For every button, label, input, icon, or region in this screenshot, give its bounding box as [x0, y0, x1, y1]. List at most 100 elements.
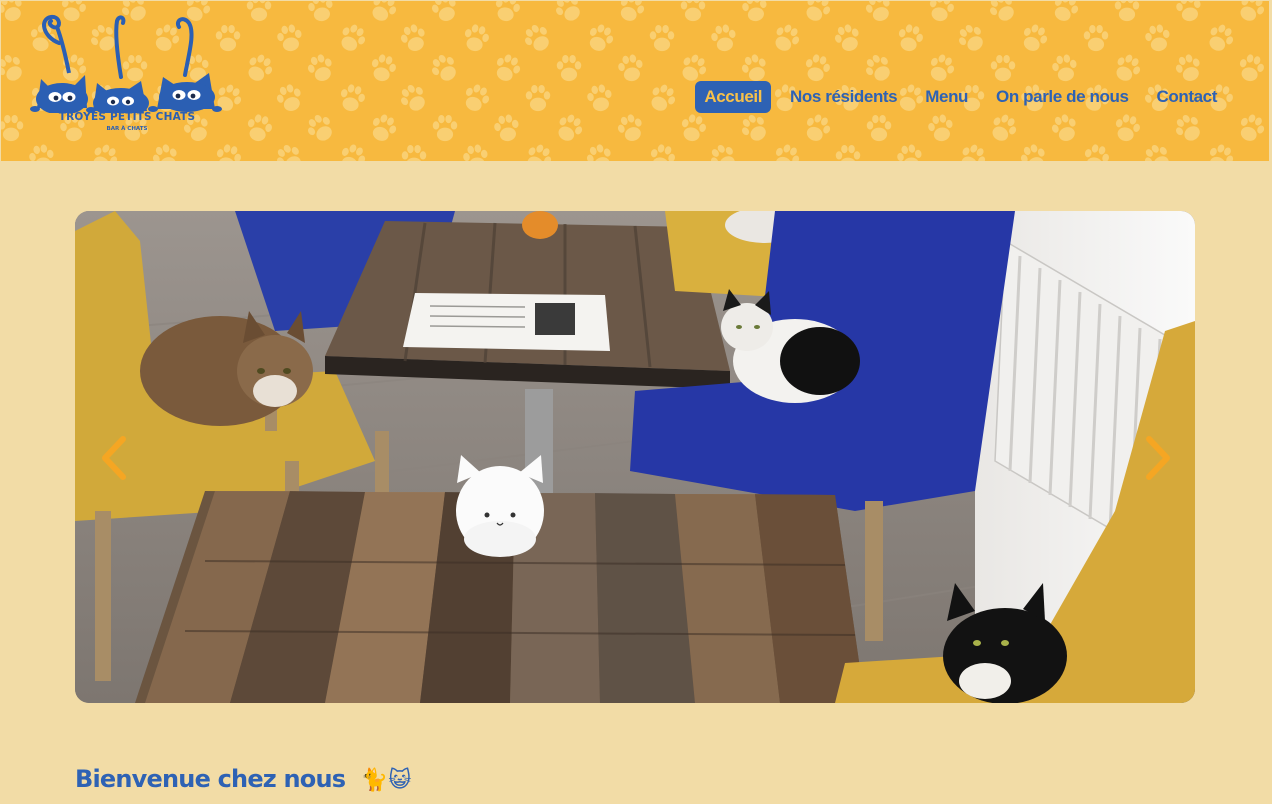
welcome-heading-text: Bienvenue chez nous [75, 765, 346, 793]
paw-print-icon [465, 84, 490, 111]
nav-item-contact[interactable]: Contact [1148, 81, 1226, 113]
paw-print-icon [525, 24, 549, 51]
paw-print-icon [216, 144, 241, 161]
paw-print-icon [372, 1, 397, 21]
welcome-section: Bienvenue chez nous 🐈😺 [75, 762, 411, 796]
carousel-next-button[interactable] [1135, 433, 1175, 483]
paw-print-icon [741, 54, 766, 81]
paw-print-icon [742, 114, 766, 141]
paw-print-icon [1264, 80, 1269, 115]
site-logo[interactable]: TROYES PETITS CHATS BAR À CHATS [29, 13, 225, 141]
welcome-heading: Bienvenue chez nous 🐈😺 [75, 765, 411, 793]
paw-print-icon [464, 24, 489, 52]
paw-print-icon [307, 54, 332, 81]
paw-print-icon [834, 24, 859, 51]
paw-print-icon [681, 114, 706, 142]
paw-print-icon [961, 144, 986, 161]
paw-print-icon [865, 1, 890, 21]
paw-print-icon [401, 144, 427, 161]
paw-print-icon [742, 1, 767, 22]
paw-print-icon [959, 24, 983, 51]
carousel-prev-button[interactable] [97, 433, 137, 483]
paw-print-icon [558, 114, 583, 141]
paw-print-icon [806, 114, 831, 141]
hero-carousel [75, 211, 1195, 703]
paw-print-icon [400, 24, 425, 51]
paw-print-icon [1145, 24, 1170, 52]
paw-print-icon [711, 144, 735, 161]
paw-print-icon [1051, 114, 1076, 141]
cats-logo-icon [30, 14, 222, 118]
paw-print-icon [649, 24, 675, 52]
paw-print-icon [247, 114, 272, 142]
paw-print-icon [1, 1, 22, 21]
paw-print-icon [495, 1, 520, 22]
paw-print-icon [990, 1, 1014, 21]
paw-print-icon [835, 144, 861, 161]
paw-print-icon [1115, 114, 1140, 142]
site-header: TROYES PETITS CHATS BAR À CHATS Accueil … [1, 1, 1269, 161]
paw-print-icon [1, 54, 22, 81]
paw-print-icon [371, 54, 396, 82]
paw-print-icon [587, 84, 612, 112]
paw-print-icon [589, 24, 614, 51]
paw-print-icon [1084, 144, 1109, 161]
paw-print-icon [525, 84, 551, 112]
paw-print-icon [556, 1, 580, 21]
paw-print-icon [463, 144, 488, 161]
paw-print-icon [1023, 24, 1048, 51]
paw-print-icon [1, 114, 24, 142]
paw-print-icon [618, 54, 643, 82]
paw-print-icon [496, 54, 521, 81]
paw-print-icon [1054, 1, 1079, 21]
paw-print-icon [340, 84, 365, 112]
paw-print-icon [1175, 54, 1200, 81]
cat-emoji-icon: 🐈😺 [360, 768, 412, 793]
paw-print-icon [29, 144, 54, 161]
paw-print-icon [494, 114, 519, 142]
paw-print-icon [929, 1, 954, 22]
paw-print-icon [990, 54, 1016, 82]
paw-print-icon [1083, 24, 1109, 52]
paw-print-icon [277, 24, 302, 52]
paw-print-icon [1268, 34, 1269, 43]
paw-print-icon [431, 1, 456, 21]
paw-print-icon [152, 144, 177, 161]
nav-item-menu[interactable]: Menu [916, 81, 977, 113]
paw-print-icon [1240, 1, 1265, 21]
paw-print-icon [586, 144, 611, 161]
paw-print-icon [308, 1, 333, 22]
paw-print-icon [651, 84, 676, 111]
paw-print-icon [866, 114, 892, 142]
paw-print-icon [805, 54, 830, 82]
chevron-right-icon [1146, 436, 1170, 480]
paw-print-icon [1239, 54, 1264, 82]
paw-print-icon [617, 114, 642, 141]
paw-print-icon [1020, 144, 1045, 161]
paw-print-icon [93, 144, 118, 161]
paw-print-icon [248, 54, 273, 81]
nav-item-nos-residents[interactable]: Nos résidents [781, 81, 906, 113]
nav-item-accueil[interactable]: Accueil [695, 81, 772, 113]
paw-print-icon [1114, 1, 1140, 22]
paw-print-icon [1145, 144, 1169, 161]
paw-print-icon [527, 144, 552, 161]
paw-print-icon [276, 84, 301, 111]
paw-print-icon [898, 24, 923, 52]
paw-print-icon [1052, 54, 1077, 82]
paw-print-icon [1240, 114, 1265, 141]
logo-title: TROYES PETITS CHATS [58, 111, 196, 123]
paw-print-icon [992, 114, 1017, 141]
main-nav: Accueil Nos résidents Menu On parle de n… [695, 81, 1226, 113]
paw-print-icon [308, 114, 332, 141]
paw-print-icon [620, 1, 645, 21]
logo-subtitle: BAR À CHATS [106, 126, 148, 132]
paw-print-icon [928, 114, 953, 142]
paw-print-icon [1176, 114, 1200, 141]
paw-print-icon [680, 1, 706, 22]
paw-print-icon [246, 1, 272, 22]
paw-print-icon [1209, 144, 1234, 161]
paw-print-icon [401, 84, 425, 111]
nav-item-on-parle-de-nous[interactable]: On parle de nous [987, 81, 1137, 113]
chevron-left-icon [102, 436, 126, 480]
